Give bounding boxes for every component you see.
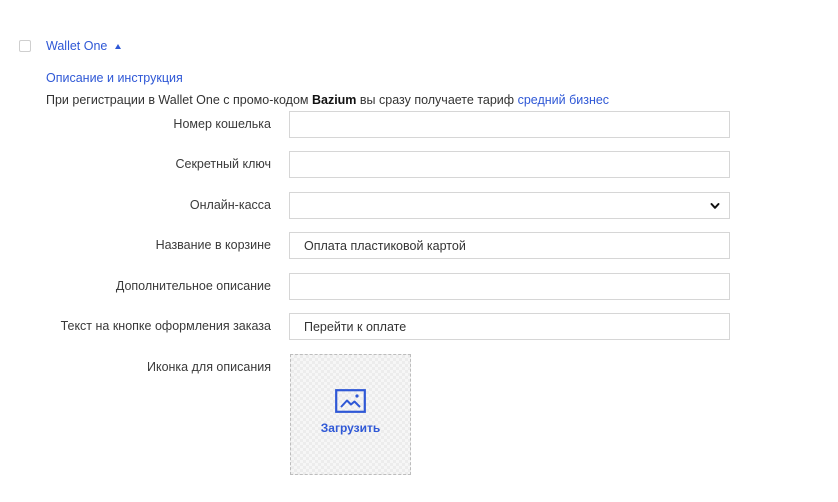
promo-code: Bazium — [311, 93, 357, 107]
secret-key-input[interactable] — [289, 151, 730, 178]
online-cashbox-row: Онлайн-касса — [0, 192, 838, 219]
promo-text-middle: вы сразу получаете тариф — [356, 93, 518, 107]
icon-upload-dropzone[interactable]: Загрузить — [290, 354, 411, 475]
chevron-down-icon — [710, 203, 720, 209]
extra-description-label: Дополнительное описание — [115, 279, 271, 293]
checkout-button-text-input[interactable] — [289, 313, 730, 340]
online-cashbox-label: Онлайн-касса — [189, 198, 271, 212]
cart-name-input[interactable] — [289, 232, 730, 259]
wallet-number-label: Номер кошелька — [173, 117, 271, 131]
extra-description-input[interactable] — [289, 273, 730, 300]
wallet-number-input[interactable] — [289, 111, 730, 138]
checkout-button-text-label: Текст на кнопке оформления заказа — [60, 319, 271, 333]
image-icon — [335, 389, 366, 413]
secret-key-row: Секретный ключ — [0, 151, 838, 178]
provider-title[interactable]: Wallet One — [46, 39, 107, 53]
provider-header: Wallet One — [19, 38, 122, 54]
description-link[interactable]: Описание и инструкция — [46, 71, 183, 85]
extra-description-row: Дополнительное описание — [0, 273, 838, 300]
payment-settings-page: Wallet One Описание и инструкция При рег… — [0, 0, 838, 502]
upload-button-label[interactable]: Загрузить — [291, 421, 410, 435]
tariff-link[interactable]: средний бизнес — [518, 93, 610, 107]
caret-up-icon[interactable] — [115, 43, 122, 49]
online-cashbox-select[interactable] — [289, 192, 730, 219]
icon-label: Иконка для описания — [146, 360, 271, 374]
icon-row: Иконка для описания — [0, 354, 838, 381]
cart-name-label: Название в корзине — [155, 238, 271, 252]
cart-name-row: Название в корзине — [0, 232, 838, 259]
promo-text: При регистрации в Wallet One с промо-код… — [46, 93, 609, 107]
secret-key-label: Секретный ключ — [175, 157, 271, 171]
provider-enable-checkbox[interactable] — [19, 40, 31, 52]
checkout-button-text-row: Текст на кнопке оформления заказа — [0, 313, 838, 340]
promo-text-before: При регистрации в Wallet One с промо-код… — [46, 93, 312, 107]
wallet-number-row: Номер кошелька — [0, 111, 838, 138]
